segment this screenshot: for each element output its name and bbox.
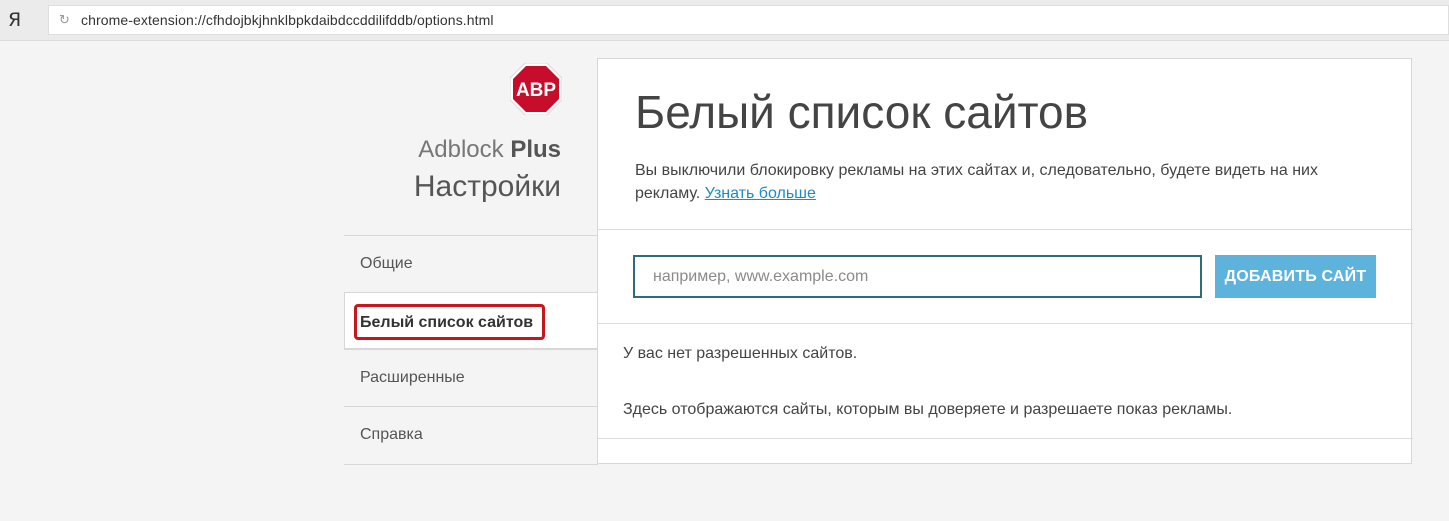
settings-title: Настройки xyxy=(413,170,561,203)
whitelist-panel: Белый список сайтов Вы выключили блокиро… xyxy=(597,58,1413,464)
divider xyxy=(598,438,1413,439)
abp-logo: ABP xyxy=(510,63,562,115)
learn-more-link[interactable]: Узнать больше xyxy=(705,185,816,202)
yandex-logo[interactable]: Я xyxy=(8,9,21,31)
sidebar-item-advanced[interactable]: Расширенные xyxy=(344,349,598,406)
sidebar-item-label: Расширенные xyxy=(360,369,465,386)
sidebar-nav: Общие Белый список сайтов Расширенные Сп… xyxy=(344,235,599,465)
reload-icon[interactable]: ↻ xyxy=(59,12,70,28)
sidebar-item-help[interactable]: Справка xyxy=(344,406,598,465)
brand-bold: Plus xyxy=(510,136,561,163)
sidebar-item-whitelist[interactable]: Белый список сайтов xyxy=(344,292,599,349)
add-site-button[interactable]: ДОБАВИТЬ САЙТ xyxy=(1215,255,1376,298)
sidebar-item-label: Общие xyxy=(360,255,413,272)
brand-light: Adblock xyxy=(418,136,504,163)
abp-logo-text: ABP xyxy=(516,80,556,101)
sidebar-item-general[interactable]: Общие xyxy=(344,235,598,292)
divider xyxy=(598,229,1413,230)
empty-list-message: У вас нет разрешенных сайтов. xyxy=(623,345,858,362)
url-text[interactable]: chrome-extension://cfhdojbkjhnklbpkdaibd… xyxy=(81,12,494,28)
sidebar-item-label: Справка xyxy=(360,426,423,443)
page-description: Вы выключили блокировку рекламы на этих … xyxy=(635,159,1365,205)
address-bar[interactable]: ↻ chrome-extension://cfhdojbkjhnklbpkdai… xyxy=(48,5,1449,35)
site-input[interactable] xyxy=(633,255,1202,298)
brand-name: Adblock Plus xyxy=(418,136,561,164)
browser-toolbar: Я ↻ chrome-extension://cfhdojbkjhnklbpkd… xyxy=(0,0,1449,41)
hint-message: Здесь отображаются сайты, которым вы дов… xyxy=(623,401,1233,418)
divider xyxy=(598,323,1413,324)
sidebar-item-label: Белый список сайтов xyxy=(360,314,534,331)
page-title: Белый список сайтов xyxy=(635,86,1089,138)
